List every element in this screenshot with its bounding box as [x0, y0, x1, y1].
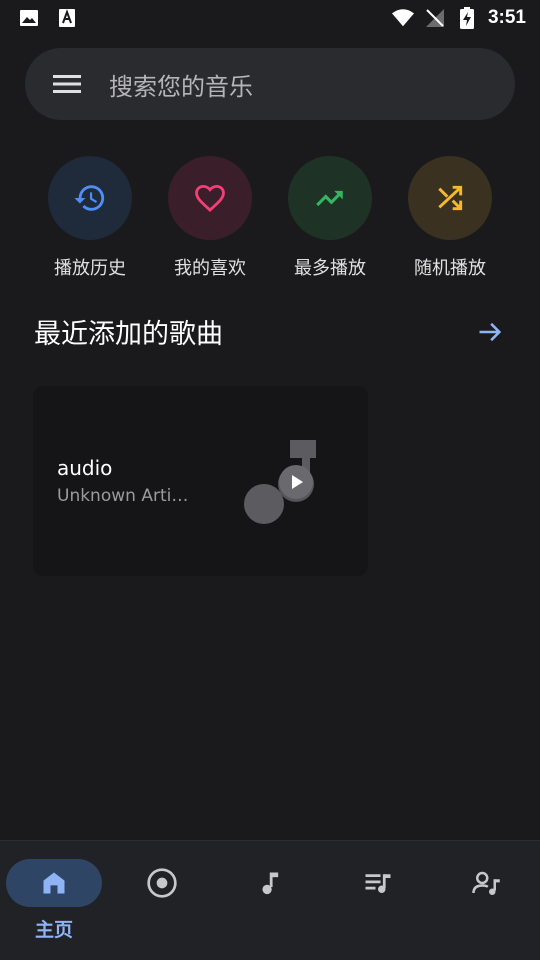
most-played-button[interactable] [288, 156, 372, 240]
history-button[interactable] [48, 156, 132, 240]
search-placeholder[interactable]: 搜索您的音乐 [109, 67, 253, 102]
play-icon[interactable] [279, 465, 313, 499]
heart-icon [195, 184, 225, 212]
playlist-icon [365, 874, 391, 893]
nav-songs-pill[interactable] [222, 859, 318, 907]
album-art [238, 436, 318, 526]
image-icon [18, 7, 40, 29]
shuffle-icon [438, 185, 463, 211]
app-screen: 3:51 搜索您的音乐 播放历史 我的喜欢 最多播放 随机播放 最近添加的歌曲 … [0, 0, 540, 960]
nav-albums[interactable] [112, 859, 212, 949]
trending-up-icon [316, 190, 343, 207]
hamburger-menu-icon[interactable] [51, 68, 83, 100]
nav-albums-pill[interactable] [114, 859, 210, 907]
wifi-icon [391, 7, 414, 29]
quick-action-shuffle[interactable]: 随机播放 [390, 156, 510, 280]
section-title: 最近添加的歌曲 [34, 319, 223, 350]
nav-artists[interactable] [436, 859, 536, 949]
search-bar[interactable]: 搜索您的音乐 [25, 48, 515, 120]
quick-action-label: 我的喜欢 [174, 258, 246, 279]
quick-action-label: 播放历史 [54, 258, 126, 279]
bottom-navigation: 主页 [0, 840, 540, 960]
album-icon [147, 868, 177, 898]
favorites-button[interactable] [168, 156, 252, 240]
nav-home-label: 主页 [34, 919, 73, 941]
music-note-icon [262, 872, 279, 895]
song-title: audio [57, 456, 113, 480]
no-signal-icon [424, 7, 446, 29]
nav-artists-pill[interactable] [438, 859, 534, 907]
shuffle-button[interactable] [408, 156, 492, 240]
artist-icon [472, 871, 500, 895]
status-bar: 3:51 [0, 0, 540, 36]
clock: 3:51 [487, 7, 526, 28]
battery-charging-icon [456, 7, 478, 29]
quick-action-label: 随机播放 [414, 258, 486, 279]
quick-action-favorites[interactable]: 我的喜欢 [150, 156, 270, 280]
song-card[interactable]: audio Unknown Arti… [33, 386, 368, 576]
nav-songs[interactable] [220, 859, 320, 949]
nav-home-pill[interactable] [6, 859, 102, 907]
quick-action-label: 最多播放 [294, 258, 366, 279]
song-artist: Unknown Arti… [57, 486, 189, 506]
home-icon [43, 872, 65, 894]
quick-action-history[interactable]: 播放历史 [30, 156, 150, 280]
quick-action-most-played[interactable]: 最多播放 [270, 156, 390, 280]
nav-home[interactable]: 主页 [4, 859, 104, 949]
nav-playlists[interactable] [328, 859, 428, 949]
font-a-icon [56, 7, 78, 29]
arrow-right-icon[interactable] [474, 316, 506, 348]
history-icon [74, 185, 105, 211]
nav-playlists-pill[interactable] [330, 859, 426, 907]
quick-actions: 播放历史 我的喜欢 最多播放 随机播放 [0, 156, 540, 286]
